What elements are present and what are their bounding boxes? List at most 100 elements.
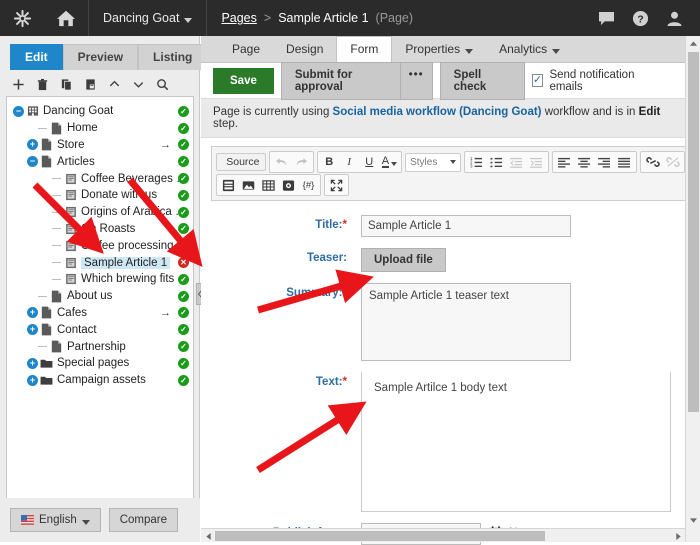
summary-textarea[interactable]: Sample Article 1 teaser text — [361, 283, 571, 361]
text-color-icon[interactable]: A — [380, 153, 399, 171]
tree-node[interactable]: Origins of Arabica Bourbon✓ — [7, 204, 193, 221]
tree-node[interactable]: − Dancing Goat ✓ — [7, 103, 193, 120]
tree-node[interactable]: + Contact ✓ — [7, 321, 193, 338]
move-down-button[interactable] — [128, 74, 149, 95]
text-rich-editor-body[interactable]: Sample Artilce 1 body text — [361, 372, 671, 512]
tree-expand-button[interactable]: + — [27, 324, 38, 336]
undo-icon[interactable] — [272, 153, 291, 171]
tree-node[interactable]: + Special pages ✓ — [7, 355, 193, 372]
content-tree[interactable]: − Dancing Goat ✓ Home ✓ + Store → ✓ − Articles ✓ Cof… — [6, 96, 194, 521]
tree-node[interactable]: + Campaign assets ✓ — [7, 372, 193, 389]
scroll-up-arrow[interactable] — [686, 36, 700, 51]
content-tabs: Page Design Form Properties Analytics — [201, 36, 700, 63]
bulleted-list-icon[interactable] — [487, 153, 506, 171]
spell-check-button[interactable]: Spell check — [439, 61, 525, 100]
unlink-icon[interactable] — [663, 153, 682, 171]
help-icon[interactable]: ? — [626, 0, 654, 36]
more-actions-button[interactable]: ••• — [400, 61, 433, 100]
tab-listing[interactable]: Listing — [138, 44, 208, 70]
maximize-group — [324, 174, 349, 196]
chat-icon[interactable] — [592, 0, 620, 36]
table-icon[interactable] — [259, 176, 278, 194]
scroll-right-arrow[interactable] — [671, 529, 685, 543]
article-icon — [64, 256, 77, 270]
styles-dropdown[interactable]: Styles — [405, 152, 461, 172]
submit-for-approval-button[interactable]: Submit for approval — [280, 61, 401, 100]
delete-page-button[interactable] — [32, 74, 53, 95]
scroll-left-arrow[interactable] — [201, 529, 215, 543]
tree-node[interactable]: − Articles ✓ — [7, 153, 193, 170]
breadcrumb-pages-link[interactable]: Pages — [221, 11, 256, 25]
tab-edit[interactable]: Edit — [10, 44, 63, 70]
upload-file-button[interactable]: Upload file — [361, 248, 446, 272]
tree-node[interactable]: About us ✓ — [7, 288, 193, 305]
align-center-icon[interactable] — [575, 153, 594, 171]
new-page-button[interactable] — [8, 74, 29, 95]
send-notification-emails-checkbox[interactable]: ✓ — [531, 74, 544, 87]
save-button[interactable]: Save — [213, 67, 274, 94]
search-button[interactable] — [152, 74, 173, 95]
numbered-list-icon[interactable]: 123 — [467, 153, 486, 171]
italic-icon[interactable]: I — [340, 153, 359, 171]
user-icon[interactable] — [660, 0, 688, 36]
tree-node-label: Cafes — [57, 306, 88, 319]
tree-expand-button[interactable]: + — [27, 139, 38, 151]
tab-design[interactable]: Design — [273, 37, 336, 62]
tab-form[interactable]: Form — [336, 36, 393, 63]
send-notification-emails-option[interactable]: ✓ Send notification emails — [531, 69, 688, 93]
maximize-icon[interactable] — [327, 176, 346, 194]
indent-icon[interactable] — [527, 153, 546, 171]
tree-collapse-button[interactable]: − — [27, 156, 38, 168]
home-icon[interactable] — [44, 0, 88, 36]
tree-expand-button[interactable]: + — [27, 307, 38, 319]
tab-preview[interactable]: Preview — [62, 44, 139, 70]
title-input[interactable] — [361, 215, 571, 237]
source-button[interactable]: <> Source — [216, 153, 266, 171]
image-icon[interactable] — [239, 176, 258, 194]
tree-node[interactable]: + Cafes → ✓ — [7, 305, 193, 322]
align-right-icon[interactable] — [595, 153, 614, 171]
content-vertical-scrollbar[interactable] — [685, 36, 700, 542]
justify-icon[interactable] — [615, 153, 634, 171]
site-selector[interactable]: Dancing Goat — [89, 0, 206, 36]
tree-node-label: Coffee Beverages explained — [81, 172, 193, 185]
text-label-text: Text: — [315, 376, 343, 388]
tab-analytics[interactable]: Analytics — [486, 37, 573, 62]
align-left-icon[interactable] — [555, 153, 574, 171]
tree-node[interactable]: Partnership ✓ — [7, 338, 193, 355]
tree-node[interactable]: Which brewing fits you? ✓ — [7, 271, 193, 288]
outdent-icon[interactable] — [507, 153, 526, 171]
language-selector[interactable]: English — [10, 508, 101, 532]
macro-icon[interactable]: {#} — [299, 176, 318, 194]
scrollbar-thumb[interactable] — [688, 52, 699, 412]
tab-page[interactable]: Page — [219, 37, 273, 62]
paste-page-button[interactable] — [80, 74, 101, 95]
underline-icon[interactable]: U — [360, 153, 379, 171]
content-horizontal-scrollbar[interactable] — [201, 528, 685, 542]
workflow-name-link[interactable]: Social media workflow (Dancing Goat) — [333, 106, 542, 118]
scroll-down-arrow[interactable] — [686, 513, 700, 528]
move-up-button[interactable] — [104, 74, 125, 95]
compare-button[interactable]: Compare — [108, 508, 179, 532]
tree-node[interactable]: Sample Article 1 ✕ — [7, 254, 193, 271]
tree-node[interactable]: Coffee processing techniques✓ — [7, 237, 193, 254]
page-break-icon[interactable] — [219, 176, 238, 194]
tree-node[interactable]: Coffee Beverages explained✓ — [7, 170, 193, 187]
link-icon[interactable] — [643, 153, 662, 171]
tree-expand-button[interactable]: + — [27, 357, 38, 369]
copy-page-button[interactable] — [56, 74, 77, 95]
tab-properties[interactable]: Properties — [392, 37, 486, 62]
scrollbar-thumb[interactable] — [215, 531, 545, 541]
media-icon[interactable] — [279, 176, 298, 194]
bold-icon[interactable]: B — [320, 153, 339, 171]
kentico-asterisk-icon[interactable] — [0, 0, 44, 36]
tree-expand-button[interactable]: + — [27, 374, 38, 386]
tree-node[interactable]: Home ✓ — [7, 120, 193, 137]
tree-node[interactable]: Donate with us ✓ — [7, 187, 193, 204]
language-label: English — [39, 514, 77, 526]
tree-node[interactable]: On Roasts ✓ — [7, 221, 193, 238]
tree-collapse-button[interactable]: − — [13, 105, 24, 117]
tree-node[interactable]: + Store → ✓ — [7, 137, 193, 154]
redo-icon[interactable] — [292, 153, 311, 171]
